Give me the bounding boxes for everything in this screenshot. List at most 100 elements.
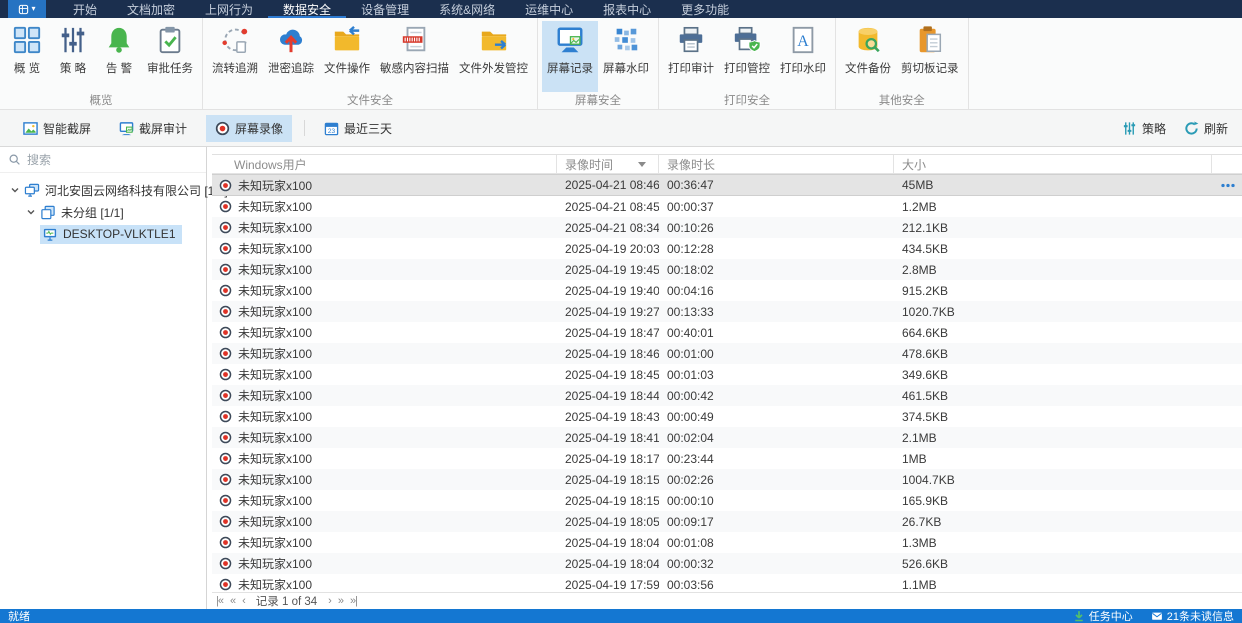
ribbon-item[interactable]: 打印审计 — [663, 21, 719, 92]
toolbar-button[interactable]: 刷新 — [1182, 115, 1230, 142]
toolbar-button-label: 刷新 — [1204, 120, 1228, 137]
menu-tab[interactable]: 上网行为 — [190, 0, 268, 18]
menu-tab-label: 数据安全 — [283, 1, 331, 18]
table-row[interactable]: 未知玩家x1002025-04-19 19:40:5400:04:16915.2… — [212, 280, 1242, 301]
ribbon-item[interactable]: 敏感内容扫描 — [375, 21, 454, 92]
menu-tab[interactable]: 报表中心 — [588, 0, 666, 18]
column-header[interactable]: 录像时间 — [557, 155, 659, 173]
leak-cloud-icon — [276, 25, 306, 55]
record-dot-icon — [219, 431, 232, 444]
row-duration: 00:00:42 — [659, 389, 894, 403]
next-page-button[interactable]: › — [328, 595, 331, 607]
table-row[interactable]: 未知玩家x1002025-04-21 08:34:5900:10:26212.1… — [212, 217, 1242, 238]
ribbon-item[interactable]: 文件外发管控 — [454, 21, 533, 92]
toolbar-button[interactable]: 智能截屏 — [14, 115, 100, 142]
row-user: 未知玩家x100 — [238, 450, 312, 467]
column-header[interactable]: 录像时长 — [659, 155, 894, 173]
table-row[interactable]: 未知玩家x1002025-04-19 19:27:1900:13:331020.… — [212, 301, 1242, 322]
table-row[interactable]: 未知玩家x1002025-04-19 19:45:1200:18:022.8MB — [212, 259, 1242, 280]
row-size: 1.1MB — [894, 578, 1212, 592]
fast-prev-button[interactable]: « — [230, 595, 235, 607]
app-menu-button[interactable]: ▾ — [8, 0, 46, 18]
ribbon-item[interactable]: 屏幕记录 — [542, 21, 598, 92]
status-bar-item-label: 21条未读信息 — [1167, 608, 1234, 623]
row-user: 未知玩家x100 — [238, 198, 312, 215]
tree-node[interactable]: 河北安固云网络科技有限公司 [1/1] — [0, 179, 206, 201]
sort-caret-icon[interactable] — [638, 162, 646, 167]
table-body: 未知玩家x1002025-04-21 08:46:0400:36:4745MB未… — [212, 174, 1242, 592]
ribbon-item[interactable]: 泄密追踪 — [263, 21, 319, 92]
table-row[interactable]: 未知玩家x1002025-04-19 20:03:5000:12:28434.5… — [212, 238, 1242, 259]
table-row[interactable]: 未知玩家x1002025-04-19 17:59:0200:03:561.1MB — [212, 574, 1242, 592]
table-row[interactable]: 未知玩家x1002025-04-19 18:05:5000:09:1726.7K… — [212, 511, 1242, 532]
table-row[interactable]: 未知玩家x1002025-04-19 18:41:3100:02:042.1MB — [212, 427, 1242, 448]
menu-tab-label: 更多功能 — [681, 1, 729, 18]
menu-tab[interactable]: 数据安全 — [268, 0, 346, 18]
toolbar-button[interactable]: 策略 — [1120, 115, 1168, 142]
chevron-down-icon[interactable] — [24, 205, 38, 219]
print-watermark-icon: A — [788, 25, 818, 55]
table-row[interactable]: 未知玩家x1002025-04-19 18:15:0900:00:10165.9… — [212, 490, 1242, 511]
app-menu-icon — [18, 4, 29, 15]
toolbar-button[interactable]: 截屏审计 — [110, 115, 196, 142]
status-bar-item[interactable]: 21条未读信息 — [1151, 608, 1234, 623]
table-row[interactable]: 未知玩家x1002025-04-19 18:43:3800:00:49374.5… — [212, 406, 1242, 427]
ribbon-item[interactable]: 文件操作 — [319, 21, 375, 92]
more-actions-icon[interactable] — [1220, 183, 1236, 188]
column-header-label: 录像时长 — [667, 156, 715, 173]
ribbon-item[interactable]: 文件备份 — [840, 21, 896, 92]
tree-node[interactable]: 未分组 [1/1] — [0, 201, 206, 223]
fast-next-button[interactable]: » — [338, 595, 343, 607]
menu-tab[interactable]: 文档加密 — [112, 0, 190, 18]
table-row[interactable]: 未知玩家x1002025-04-19 18:47:1700:40:01664.6… — [212, 322, 1242, 343]
record-dot-icon — [219, 179, 232, 192]
menu-tab[interactable]: 开始 — [58, 0, 112, 18]
menu-tab[interactable]: 系统&网络 — [424, 0, 510, 18]
table-row[interactable]: 未知玩家x1002025-04-19 18:45:1100:01:03349.6… — [212, 364, 1242, 385]
last-page-button[interactable]: »| — [350, 595, 357, 607]
status-bar-right: 任务中心 21条未读信息 — [1061, 608, 1234, 623]
ribbon-item[interactable]: 打印管控 — [719, 21, 775, 92]
table-row[interactable]: 未知玩家x1002025-04-19 18:04:0600:00:32526.6… — [212, 553, 1242, 574]
first-page-button[interactable]: |« — [216, 595, 223, 607]
ribbon-item[interactable]: 概 览 — [4, 21, 50, 92]
message-icon — [1151, 610, 1163, 622]
menu-tab[interactable]: 设备管理 — [346, 0, 424, 18]
menu-tab[interactable]: 运维中心 — [510, 0, 588, 18]
ribbon-item[interactable]: 策 略 — [50, 21, 96, 92]
column-header[interactable]: Windows用户 — [212, 155, 557, 173]
status-bar-item[interactable]: 任务中心 — [1073, 608, 1133, 623]
chevron-down-icon[interactable] — [8, 183, 22, 197]
table-row[interactable]: 未知玩家x1002025-04-19 18:46:1600:01:00478.6… — [212, 343, 1242, 364]
toolbar-button[interactable]: 屏幕录像 — [206, 115, 292, 142]
row-duration: 00:36:47 — [659, 178, 894, 192]
ribbon-item-label: 概 览 — [14, 60, 40, 76]
table-row[interactable]: 未知玩家x1002025-04-19 18:04:3900:01:081.3MB — [212, 532, 1242, 553]
table-row[interactable]: 未知玩家x1002025-04-21 08:45:2600:00:371.2MB — [212, 196, 1242, 217]
record-dot-icon — [219, 326, 232, 339]
menu-tab[interactable]: 更多功能 — [666, 0, 744, 18]
ribbon-item[interactable]: 审批任务 — [142, 21, 198, 92]
capture-audit-icon — [119, 121, 134, 136]
row-time: 2025-04-21 08:34:59 — [557, 221, 659, 235]
ribbon-item[interactable]: 流转追溯 — [207, 21, 263, 92]
recordings-panel: Windows用户录像时间录像时长大小 未知玩家x1002025-04-21 0… — [207, 147, 1242, 609]
table-row[interactable]: 未知玩家x1002025-04-19 18:15:1900:02:261004.… — [212, 469, 1242, 490]
table-row[interactable]: 未知玩家x1002025-04-19 18:44:2800:00:42461.5… — [212, 385, 1242, 406]
status-bar-item-label: 任务中心 — [1089, 608, 1133, 623]
tree-node[interactable]: DESKTOP-VLKTLE1 — [0, 223, 206, 245]
ribbon-item[interactable]: 屏幕水印 — [598, 21, 654, 92]
row-user: 未知玩家x100 — [238, 513, 312, 530]
table-row[interactable]: 未知玩家x1002025-04-19 18:17:4600:23:441MB — [212, 448, 1242, 469]
search-input[interactable] — [27, 153, 198, 167]
ribbon-item[interactable]: 剪切板记录 — [896, 21, 964, 92]
ribbon-item[interactable]: A打印水印 — [775, 21, 831, 92]
prev-page-button[interactable]: ‹ — [242, 595, 245, 607]
column-header[interactable]: 大小 — [894, 155, 1212, 173]
row-size: 461.5KB — [894, 389, 1212, 403]
menu-tab-label: 系统&网络 — [439, 1, 495, 18]
ribbon-item-label: 流转追溯 — [212, 60, 258, 76]
table-row[interactable]: 未知玩家x1002025-04-21 08:46:0400:36:4745MB — [212, 174, 1242, 196]
toolbar-button[interactable]: 23最近三天 — [315, 115, 401, 142]
ribbon-item[interactable]: 告 警 — [96, 21, 142, 92]
